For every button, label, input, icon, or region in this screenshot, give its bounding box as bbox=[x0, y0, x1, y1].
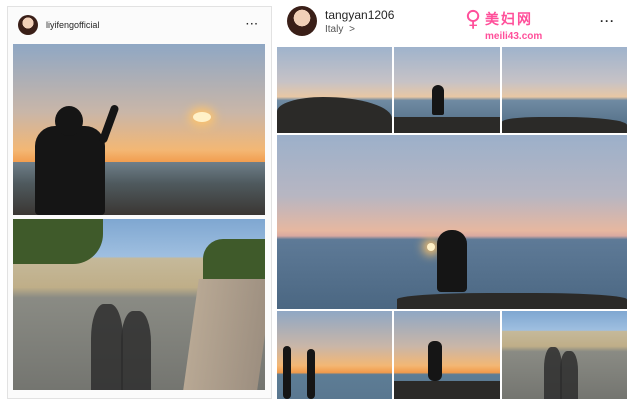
rocks bbox=[394, 117, 500, 133]
shadow-person-right bbox=[121, 311, 151, 390]
trees-left bbox=[13, 219, 103, 264]
head-silhouette bbox=[55, 106, 83, 136]
grid-photo-6[interactable] bbox=[502, 311, 627, 399]
person-silhouette bbox=[428, 341, 442, 381]
person-silhouette bbox=[35, 126, 105, 215]
watermark-domain: meili43.com bbox=[485, 31, 543, 42]
post-username[interactable]: liyifengofficial bbox=[46, 20, 99, 30]
avatar[interactable] bbox=[18, 15, 38, 35]
chevron-right-icon: > bbox=[349, 23, 355, 35]
post-photo-road[interactable] bbox=[13, 219, 265, 390]
site-watermark: ♀ 美妇网 meili43.com bbox=[465, 6, 575, 46]
post-location[interactable]: Italy > bbox=[325, 24, 394, 35]
left-post-header: liyifengofficial bbox=[18, 15, 99, 35]
glowing-sun-in-hand bbox=[427, 243, 435, 251]
grid-photo-1[interactable] bbox=[277, 47, 392, 133]
grid-photo-4[interactable] bbox=[277, 311, 392, 399]
sun-shape bbox=[193, 112, 211, 122]
grid-photo-large[interactable] bbox=[277, 135, 627, 309]
location-label[interactable]: Italy bbox=[325, 24, 343, 35]
watermark-logo-icon: ♀ bbox=[465, 6, 482, 32]
raised-hand-silhouette bbox=[98, 103, 120, 145]
shadow-person-right bbox=[560, 351, 578, 399]
person-silhouette bbox=[432, 85, 444, 115]
hand-v-sign bbox=[283, 346, 291, 399]
grid-photo-3[interactable] bbox=[502, 47, 627, 133]
more-options-icon[interactable]: ··· bbox=[246, 19, 259, 30]
rocks bbox=[502, 117, 627, 133]
shadow-person-left bbox=[91, 304, 123, 390]
grid-photo-5[interactable] bbox=[394, 311, 500, 399]
rocks bbox=[277, 97, 392, 133]
person-silhouette bbox=[437, 230, 467, 292]
right-post-card: tangyan1206 Italy > ♀ 美妇网 meili43.com ··… bbox=[275, 0, 630, 403]
more-options-icon[interactable]: ··· bbox=[600, 14, 615, 28]
rocks bbox=[394, 381, 500, 399]
grid-photo-2[interactable] bbox=[394, 47, 500, 133]
watermark-brand: 美妇网 bbox=[485, 11, 533, 27]
sidewalk bbox=[183, 279, 265, 390]
hand-v-sign bbox=[307, 349, 315, 399]
post-photo-sunset[interactable] bbox=[13, 44, 265, 215]
avatar[interactable] bbox=[287, 6, 317, 36]
right-post-header: tangyan1206 Italy > bbox=[287, 6, 394, 36]
left-post-card: liyifengofficial ··· bbox=[7, 6, 272, 399]
trees-right bbox=[203, 239, 265, 279]
post-username[interactable]: tangyan1206 bbox=[325, 8, 394, 22]
rocks bbox=[397, 293, 627, 309]
